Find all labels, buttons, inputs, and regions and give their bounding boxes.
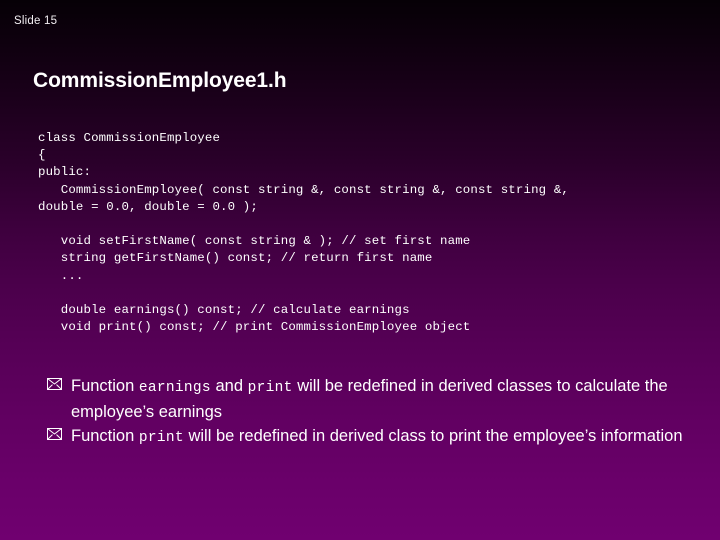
envelope-icon: [47, 428, 63, 441]
code-line: double earnings() const; // calculate ea…: [38, 303, 410, 318]
code-term: print: [247, 380, 293, 396]
slide-canvas: Slide 15 CommissionEmployee1.h class Com…: [0, 0, 720, 540]
code-line: double = 0.0, double = 0.0 );: [38, 199, 258, 214]
code-term: print: [138, 430, 184, 446]
code-line: public:: [38, 165, 92, 180]
code-line: ...: [38, 268, 84, 283]
bullet-text-segment: and: [210, 377, 248, 395]
bullet-text-segment: Function: [71, 377, 139, 395]
envelope-icon: [47, 378, 63, 391]
bullet-text: Function print will be redefined in deri…: [71, 427, 683, 446]
bullet-text-segment: Function: [71, 427, 139, 445]
code-line: string getFirstName() const; // return f…: [38, 251, 433, 266]
bullet-text: Function earnings and print will be rede…: [71, 377, 668, 421]
code-line: void setFirstName( const string & ); // …: [38, 234, 471, 249]
code-line: CommissionEmployee( const string &, cons…: [38, 182, 569, 197]
code-term: earnings: [138, 380, 211, 396]
bullet-item: Function print will be redefined in deri…: [47, 425, 687, 451]
slide-title: CommissionEmployee1.h: [33, 69, 287, 92]
code-line: void print() const; // print CommissionE…: [38, 320, 471, 335]
code-line: {: [38, 148, 46, 163]
slide-number-label: Slide 15: [14, 15, 58, 27]
bullet-text-segment: will be redefined in derived class to pr…: [183, 427, 683, 445]
code-listing: class CommissionEmployee { public: Commiss…: [38, 130, 698, 336]
bullet-list: Function earnings and print will be rede…: [47, 375, 687, 452]
bullet-item: Function earnings and print will be rede…: [47, 375, 687, 424]
code-line: class CommissionEmployee: [38, 131, 221, 145]
